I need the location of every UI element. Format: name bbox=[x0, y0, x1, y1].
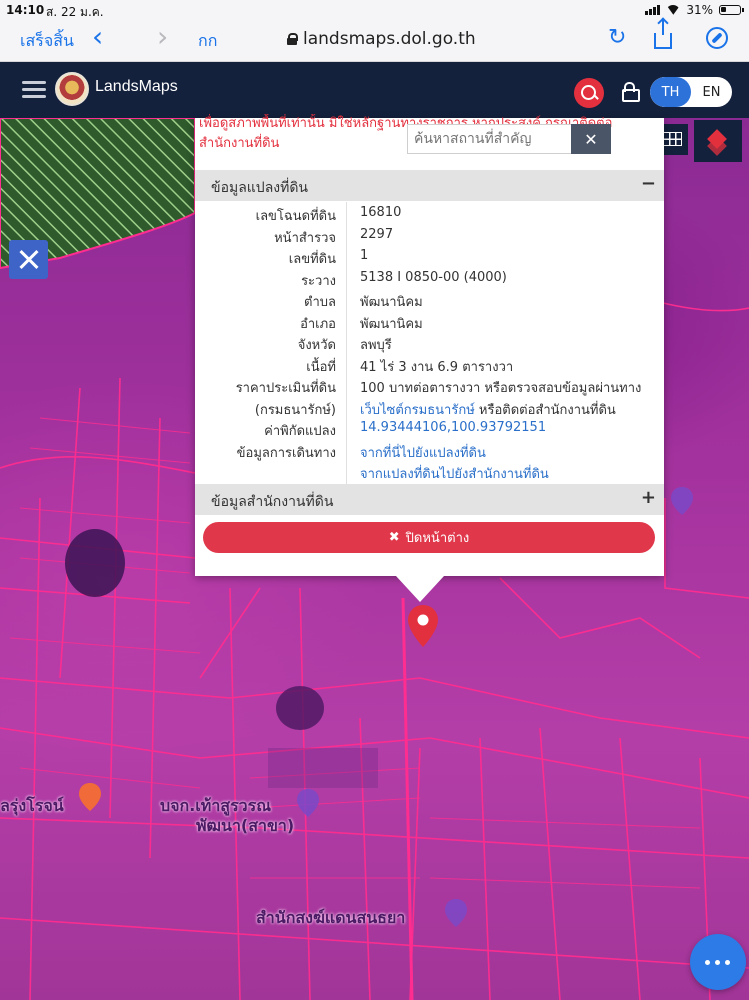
lang-en-button[interactable]: EN bbox=[691, 77, 732, 107]
table-row: หน้าสำรวจ 2297 bbox=[195, 224, 664, 246]
row-value: 1 bbox=[360, 248, 369, 263]
table-row: เลขโฉนดที่ดิน 16810 bbox=[195, 202, 664, 224]
done-button[interactable]: เสร็จสิ้น bbox=[20, 29, 74, 54]
section-parcel-title: ข้อมูลแปลงที่ดิน bbox=[211, 180, 309, 196]
lock-icon bbox=[287, 33, 298, 45]
map-label-temple: สำนักสงฆ์แดนสนธยา bbox=[256, 908, 406, 927]
back-icon[interactable]: ‹ bbox=[92, 23, 103, 51]
browser-toolbar: เสร็จสิ้น ‹ › กก landsmaps.dol.go.th ↻ bbox=[0, 19, 749, 62]
status-right: 31% bbox=[645, 3, 744, 17]
close-window-label: ปิดหน้าต่าง bbox=[405, 531, 470, 546]
search-close-button[interactable]: ✕ bbox=[571, 124, 611, 154]
layers-icon[interactable] bbox=[694, 120, 742, 162]
language-toggle[interactable]: TH EN bbox=[650, 77, 732, 107]
signal-icon bbox=[645, 5, 661, 15]
table-row: ระวาง 5138 I 0850-00 (4000) bbox=[195, 267, 664, 289]
table-row: จากแปลงที่ดินไปยังสำนักงานที่ดิน bbox=[195, 460, 664, 482]
lang-th-button[interactable]: TH bbox=[650, 77, 691, 107]
status-bar: 14:10 ส. 22 ม.ค. 31% bbox=[0, 0, 749, 20]
table-row: ราคาประเมินที่ดิน 100 บาทต่อตารางวา หรือต… bbox=[195, 374, 664, 396]
poi-marker-icon[interactable] bbox=[296, 788, 320, 818]
location-pin-icon[interactable] bbox=[406, 604, 440, 648]
poi-marker-icon[interactable] bbox=[78, 782, 102, 812]
section-parcel-header[interactable]: ข้อมูลแปลงที่ดิน − bbox=[195, 170, 664, 201]
parcel-info-popup: เพื่อดูสภาพพื้นที่เท่านั้น มิใช่หลักฐานท… bbox=[195, 116, 664, 576]
coordinates-link[interactable]: 14.93444106,100.93792151 bbox=[360, 420, 546, 435]
row-value: จากแปลงที่ดินไปยังสำนักงานที่ดิน bbox=[360, 463, 549, 484]
app-header: LandsMaps TH EN bbox=[0, 62, 749, 118]
row-value: 16810 bbox=[360, 205, 402, 220]
more-options-button[interactable] bbox=[690, 934, 746, 990]
table-row: เนื้อที่ 41 ไร่ 3 งาน 6.9 ตารางวา bbox=[195, 353, 664, 375]
directions-to-parcel-link[interactable]: จากที่นี่ไปยังแปลงที่ดิน bbox=[360, 446, 486, 461]
map-label-district: ลรุ่งโรจน์ bbox=[0, 796, 64, 815]
poi-marker-icon[interactable] bbox=[444, 898, 468, 928]
popup-pointer bbox=[396, 576, 444, 602]
battery-percent: 31% bbox=[686, 3, 713, 17]
table-row: จังหวัด ลพบุรี bbox=[195, 331, 664, 353]
status-time: 14:10 bbox=[6, 3, 45, 17]
parcel-info-table: เลขโฉนดที่ดิน 16810 หน้าสำรวจ 2297 เลขที่ด… bbox=[195, 202, 664, 482]
dol-logo bbox=[55, 72, 89, 106]
treasury-website-link[interactable]: เว็บไซต์กรมธนารักษ์ bbox=[360, 403, 475, 418]
row-value: 2297 bbox=[360, 226, 394, 242]
close-icon: ✖ bbox=[388, 530, 400, 545]
measure-tool-button[interactable] bbox=[9, 240, 48, 279]
close-window-button[interactable]: ✖ ปิดหน้าต่าง bbox=[203, 522, 655, 553]
row-value-suffix: หรือติดต่อสำนักงานที่ดิน bbox=[474, 402, 616, 418]
brand-name: LandsMaps bbox=[95, 78, 178, 95]
table-row: (กรมธนารักษ์) เว็บไซต์กรมธนารักษ์ หรือติด… bbox=[195, 396, 664, 418]
section-office-title: ข้อมูลสำนักงานที่ดิน bbox=[211, 494, 334, 510]
url-text: landsmaps.dol.go.th bbox=[303, 29, 476, 49]
share-icon[interactable] bbox=[654, 19, 672, 49]
row-value: 14.93444106,100.93792151 bbox=[360, 420, 546, 435]
table-row: อำเภอ พัฒนานิคม bbox=[195, 310, 664, 332]
wifi-icon bbox=[666, 5, 680, 15]
map-label-company-branch: พัฒนา(สาขา) bbox=[196, 816, 295, 835]
collapse-icon[interactable]: − bbox=[641, 173, 656, 194]
poi-marker-icon[interactable] bbox=[670, 486, 694, 516]
compass-icon[interactable] bbox=[706, 27, 728, 49]
table-row: เลขที่ดิน 1 bbox=[195, 245, 664, 267]
table-row: ข้อมูลการเดินทาง จากที่นี่ไปยังแปลงที่ดิน bbox=[195, 439, 664, 461]
expand-icon[interactable]: + bbox=[641, 487, 656, 508]
address-bar[interactable]: landsmaps.dol.go.th bbox=[287, 29, 476, 49]
place-search-input[interactable] bbox=[407, 124, 572, 154]
login-lock-icon[interactable] bbox=[622, 82, 640, 102]
text-size-button[interactable]: กก bbox=[198, 29, 217, 54]
forward-icon[interactable]: › bbox=[157, 23, 168, 51]
row-value: 5138 I 0850-00 (4000) bbox=[360, 269, 507, 285]
menu-icon[interactable] bbox=[22, 81, 46, 99]
table-row: ค่าพิกัดแปลง 14.93444106,100.93792151 bbox=[195, 417, 664, 439]
search-icon[interactable] bbox=[574, 78, 604, 108]
table-row: ตำบล พัฒนานิคม bbox=[195, 288, 664, 310]
section-office-header[interactable]: ข้อมูลสำนักงานที่ดิน + bbox=[195, 484, 664, 515]
directions-to-office-link[interactable]: จากแปลงที่ดินไปยังสำนักงานที่ดิน bbox=[360, 467, 549, 482]
battery-icon bbox=[719, 5, 744, 15]
reload-icon[interactable]: ↻ bbox=[608, 25, 626, 50]
